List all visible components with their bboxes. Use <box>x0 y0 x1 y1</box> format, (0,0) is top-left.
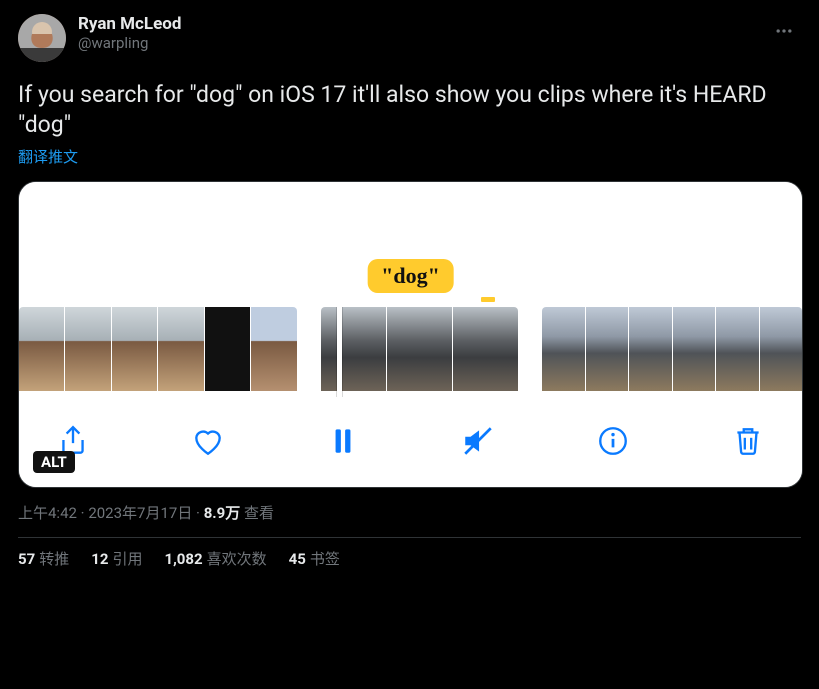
clip-frame <box>453 307 518 391</box>
clip-frame <box>65 307 110 391</box>
stats-row: 57转推 12引用 1,082喜欢次数 45书签 <box>18 548 801 569</box>
more-button[interactable] <box>767 14 801 48</box>
tweet-container: Ryan McLeod @warpling If you search for … <box>0 0 819 579</box>
pause-button[interactable] <box>323 421 363 461</box>
clip-frame <box>158 307 203 391</box>
caption-badge: "dog" <box>367 259 454 293</box>
clip-frame <box>673 307 715 391</box>
heart-icon <box>191 424 225 458</box>
caption-tick-marker <box>481 297 495 302</box>
clip-frame <box>716 307 758 391</box>
info-button[interactable] <box>593 421 633 461</box>
views-count: 8.9万 <box>204 504 241 522</box>
divider <box>18 537 801 538</box>
media-toolbar <box>19 405 802 487</box>
tweet-header: Ryan McLeod @warpling <box>18 14 801 62</box>
media-top-area: "dog" <box>19 182 802 297</box>
tweet-meta[interactable]: 上午4:42 · 2023年7月17日 · 8.9万 查看 <box>18 502 801 523</box>
clip-frame <box>112 307 157 391</box>
author-avatar[interactable] <box>18 14 66 62</box>
clip-frame <box>205 307 250 391</box>
bookmarks-stat[interactable]: 45书签 <box>289 548 340 569</box>
author-names[interactable]: Ryan McLeod @warpling <box>78 14 181 52</box>
alt-badge[interactable]: ALT <box>33 451 75 473</box>
likes-stat[interactable]: 1,082喜欢次数 <box>164 548 266 569</box>
clip-frame <box>387 307 452 391</box>
clip-frame <box>760 307 802 391</box>
clip-thumbnail-group-3[interactable] <box>542 307 802 397</box>
media-attachment[interactable]: "dog" <box>18 181 803 488</box>
playhead-indicator[interactable] <box>337 307 342 397</box>
author-display-name: Ryan McLeod <box>78 14 181 34</box>
pause-icon <box>326 424 360 458</box>
quotes-stat[interactable]: 12引用 <box>91 548 142 569</box>
clip-frame <box>19 307 64 391</box>
author-handle: @warpling <box>78 34 181 52</box>
like-button[interactable] <box>188 421 228 461</box>
info-icon <box>596 424 630 458</box>
views-label: 查看 <box>244 504 274 522</box>
ellipsis-icon <box>774 21 794 41</box>
mute-icon <box>461 424 495 458</box>
timeline-tick-row <box>19 297 802 307</box>
clip-frame <box>321 307 386 391</box>
delete-button[interactable] <box>728 421 768 461</box>
tweet-text: If you search for "dog" on iOS 17 it'll … <box>18 80 801 140</box>
clip-frame <box>586 307 628 391</box>
clip-thumbnail-group-1[interactable] <box>19 307 297 397</box>
retweets-stat[interactable]: 57转推 <box>18 548 69 569</box>
clip-frame <box>251 307 296 391</box>
tweet-date: 2023年7月17日 <box>88 504 192 522</box>
mute-button[interactable] <box>458 421 498 461</box>
translate-link[interactable]: 翻译推文 <box>18 146 801 167</box>
clip-frame <box>542 307 584 391</box>
clip-thumbnail-group-2[interactable] <box>321 307 519 397</box>
clip-frame <box>629 307 671 391</box>
clip-strip[interactable] <box>19 307 802 405</box>
tweet-time: 上午4:42 <box>18 504 77 522</box>
trash-icon <box>731 424 765 458</box>
